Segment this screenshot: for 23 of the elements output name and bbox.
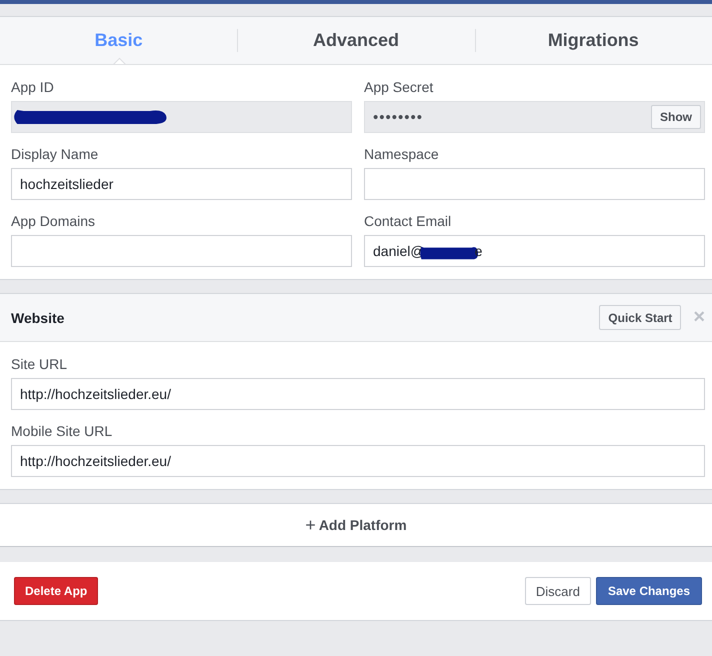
input-field[interactable]: http://hochzeitslieder.eu/ <box>11 445 705 477</box>
field-label: Contact Email <box>364 213 452 229</box>
quick-start-button[interactable]: Quick Start <box>599 305 682 330</box>
tab[interactable]: Advanced <box>237 17 475 64</box>
input-field[interactable]: hochzeitslieder <box>11 168 352 200</box>
field-label: Mobile Site URL <box>11 423 114 439</box>
input-field[interactable]: http://hochzeitslieder.eu/ <box>11 378 705 410</box>
field-label: App Secret <box>364 79 434 95</box>
input-field[interactable] <box>11 235 352 267</box>
save-button[interactable]: Save Changes <box>596 577 702 605</box>
section-title: Website <box>11 310 64 326</box>
add-platform-button[interactable]: + Add Platform <box>0 503 712 547</box>
delete-button[interactable]: Delete App <box>14 577 98 605</box>
field-label: Namespace <box>364 146 440 162</box>
discard-button[interactable]: Discard <box>524 577 591 605</box>
field-label: Site URL <box>11 356 68 372</box>
show-button[interactable]: Show <box>651 105 701 129</box>
field-label: App Domains <box>11 213 96 229</box>
tab[interactable]: Migrations <box>474 17 712 64</box>
input-field[interactable]: •••••••• Show <box>364 101 705 133</box>
field-label: Display Name <box>11 146 100 162</box>
input-field[interactable] <box>364 168 705 200</box>
field-label: App ID <box>11 79 55 95</box>
